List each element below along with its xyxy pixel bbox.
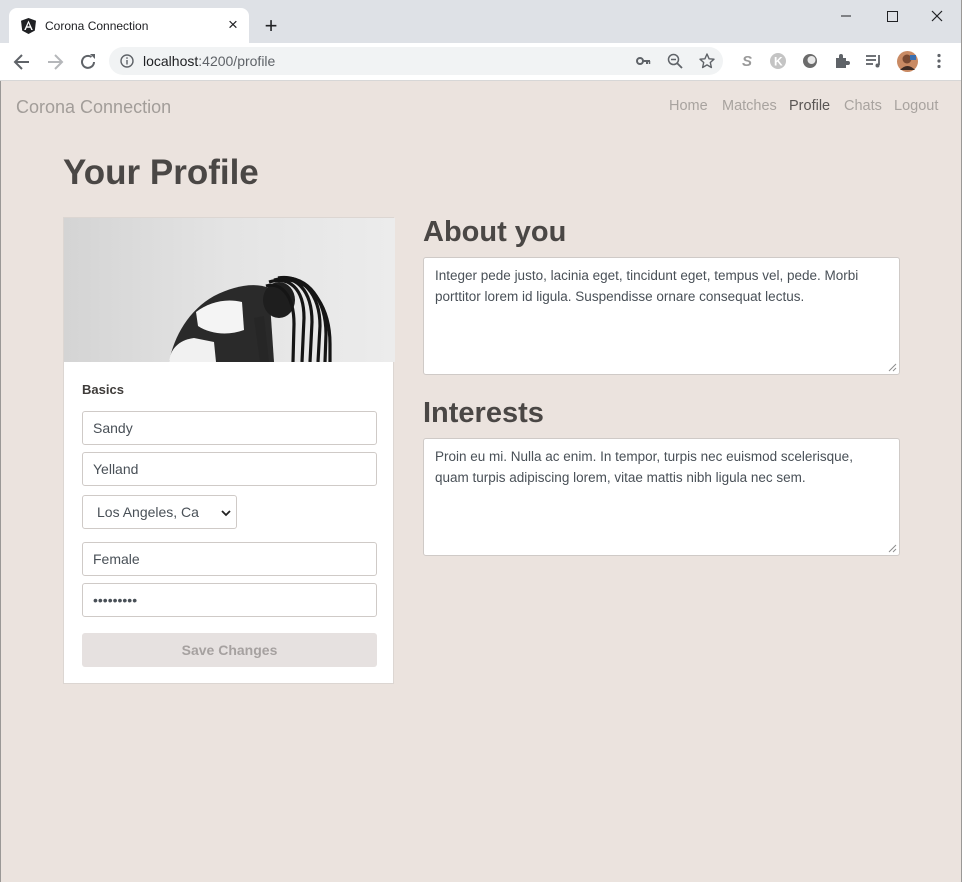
back-arrow-icon[interactable] bbox=[12, 52, 32, 72]
resize-handle-icon[interactable] bbox=[888, 544, 897, 553]
bookmark-star-icon[interactable] bbox=[699, 53, 715, 69]
close-window-icon[interactable] bbox=[928, 8, 946, 24]
url-host: localhost bbox=[143, 53, 199, 69]
page-title: Your Profile bbox=[63, 153, 259, 192]
gender-field[interactable]: Female bbox=[82, 542, 377, 576]
url-text[interactable]: localhost:4200/profile bbox=[143, 53, 275, 69]
extension-k-icon[interactable]: K bbox=[769, 52, 787, 70]
nav-link-chats[interactable]: Chats bbox=[844, 98, 882, 114]
zoom-out-icon[interactable] bbox=[667, 53, 683, 69]
extension-s-icon[interactable]: S bbox=[738, 52, 756, 70]
menu-kebab-icon[interactable] bbox=[930, 52, 948, 70]
key-icon[interactable] bbox=[635, 53, 651, 69]
nav-link-matches[interactable]: Matches bbox=[722, 98, 777, 114]
interests-text: Proin eu mi. Nulla ac enim. In tempor, t… bbox=[435, 449, 853, 485]
profile-avatar-icon[interactable] bbox=[897, 51, 918, 72]
profile-photo bbox=[64, 218, 395, 362]
location-select-value: Los Angeles, Ca bbox=[97, 504, 199, 520]
angular-icon bbox=[21, 18, 36, 34]
interests-heading: Interests bbox=[423, 397, 544, 429]
about-text: Integer pede justo, lacinia eget, tincid… bbox=[435, 268, 859, 304]
site-info-icon[interactable] bbox=[120, 54, 134, 68]
tab-close-icon[interactable]: × bbox=[225, 16, 241, 34]
new-tab-icon[interactable]: + bbox=[260, 15, 282, 37]
forward-arrow-icon[interactable] bbox=[45, 52, 65, 72]
about-textarea[interactable]: Integer pede justo, lacinia eget, tincid… bbox=[423, 257, 900, 375]
extensions-puzzle-icon[interactable] bbox=[833, 52, 851, 70]
media-queue-icon[interactable] bbox=[865, 52, 883, 70]
svg-text:S: S bbox=[742, 53, 752, 70]
location-select[interactable]: Los Angeles, Ca bbox=[82, 495, 237, 529]
save-changes-button[interactable]: Save Changes bbox=[82, 633, 377, 667]
chevron-down-icon bbox=[221, 510, 231, 517]
browser-tab[interactable]: Corona Connection × bbox=[9, 8, 249, 43]
svg-text:K: K bbox=[774, 55, 783, 69]
nav-link-profile[interactable]: Profile bbox=[789, 98, 830, 114]
profile-card: Basics Sandy Yelland Los Angeles, Ca Fem… bbox=[63, 217, 395, 684]
maximize-icon[interactable] bbox=[883, 8, 901, 24]
nav-link-logout[interactable]: Logout bbox=[894, 98, 938, 114]
interests-textarea[interactable]: Proin eu mi. Nulla ac enim. In tempor, t… bbox=[423, 438, 900, 556]
basics-heading: Basics bbox=[82, 382, 124, 397]
address-bar[interactable]: localhost:4200/profile bbox=[109, 47, 723, 75]
extension-circle-icon[interactable] bbox=[801, 52, 819, 70]
browser-toolbar: localhost:4200/profile S K bbox=[0, 43, 962, 81]
window-border-left bbox=[0, 81, 1, 882]
last-name-field[interactable]: Yelland bbox=[82, 452, 377, 486]
reload-icon[interactable] bbox=[78, 52, 98, 72]
first-name-field[interactable]: Sandy bbox=[82, 411, 377, 445]
nav-link-home[interactable]: Home bbox=[669, 98, 708, 114]
password-field[interactable]: ••••••••• bbox=[82, 583, 377, 617]
tab-title: Corona Connection bbox=[45, 19, 149, 33]
app-navbar: Corona Connection Home Matches Profile C… bbox=[0, 81, 962, 131]
browser-titlebar: Corona Connection × + bbox=[0, 0, 962, 43]
minimize-icon[interactable] bbox=[837, 8, 855, 24]
brand-logo[interactable]: Corona Connection bbox=[16, 97, 171, 118]
about-heading: About you bbox=[423, 216, 567, 248]
resize-handle-icon[interactable] bbox=[888, 363, 897, 372]
url-path: :4200/profile bbox=[198, 53, 276, 69]
